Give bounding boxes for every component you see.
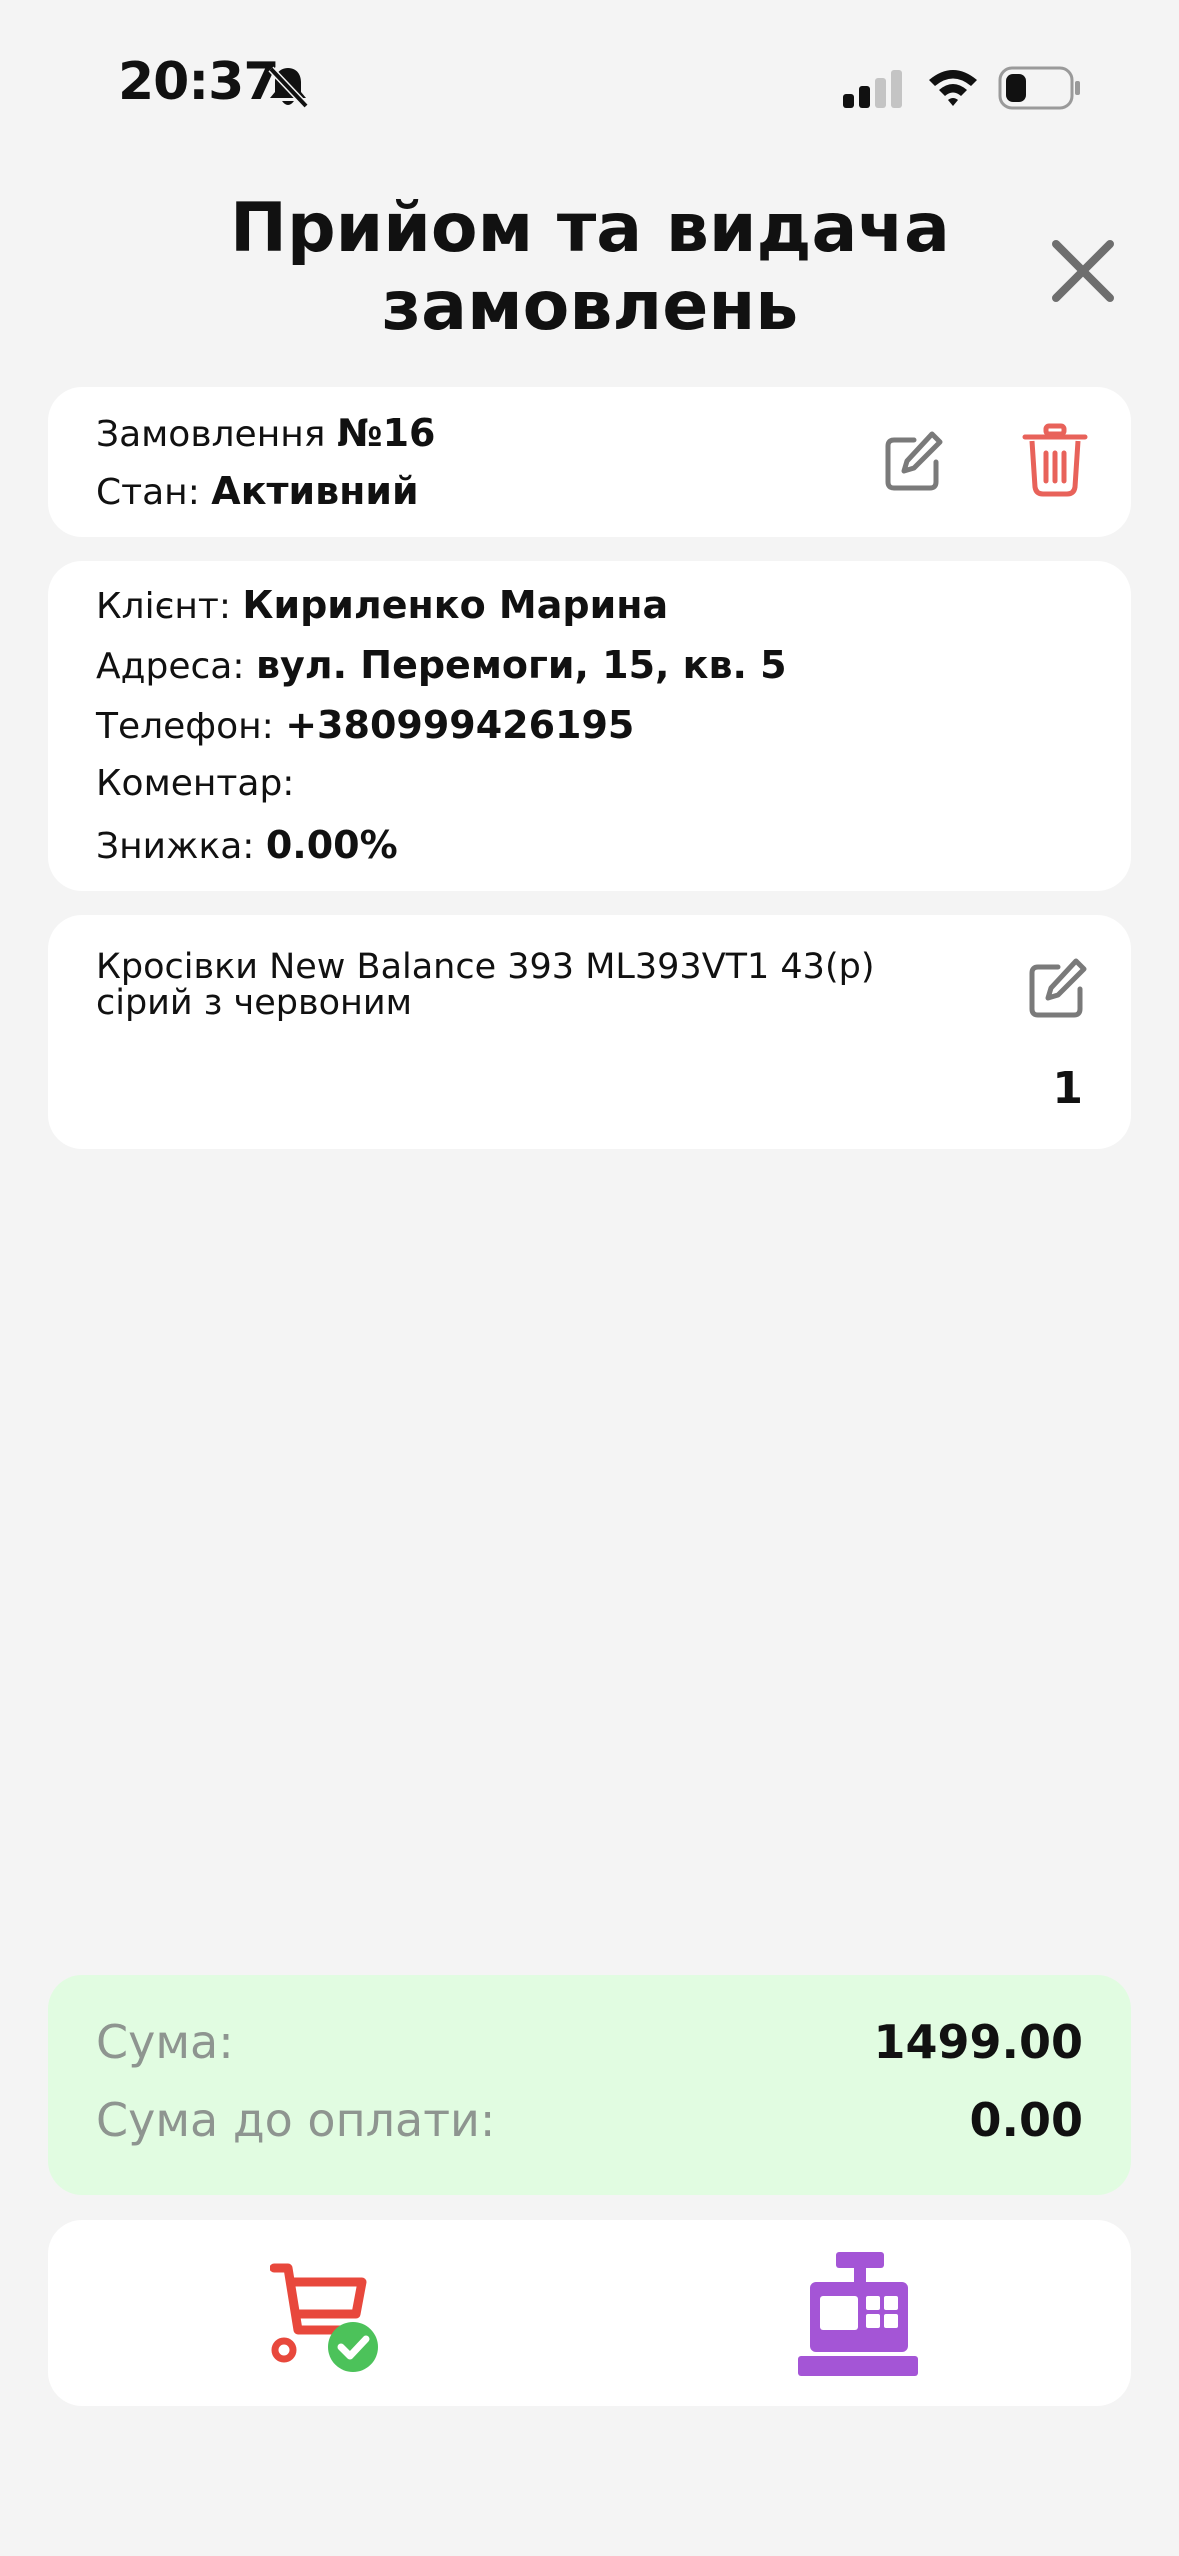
list-item[interactable]: Кросівки New Balance 393 ML393VT1 43(р) … bbox=[48, 915, 1131, 1149]
bell-slash-icon bbox=[266, 64, 310, 114]
client-phone-label: Телефон: bbox=[96, 706, 286, 747]
sum-value: 1499.00 bbox=[873, 2015, 1083, 2069]
client-comment-label: Коментар: bbox=[96, 763, 295, 804]
page-title: Прийом та видача замовлень bbox=[230, 189, 950, 346]
actions-bar bbox=[48, 2220, 1131, 2406]
cash-register-icon[interactable] bbox=[796, 2252, 920, 2380]
order-number-line: Замовлення №16 bbox=[96, 411, 435, 455]
state-label: Стан: bbox=[96, 472, 212, 513]
sum-label: Сума: bbox=[96, 2015, 234, 2069]
client-phone-line: Телефон: +380999426195 bbox=[96, 703, 634, 747]
client-name-line: Клієнт: Кириленко Марина bbox=[96, 583, 668, 627]
order-label: Замовлення bbox=[96, 414, 337, 455]
client-discount-value: 0.00% bbox=[265, 823, 398, 867]
client-comment-line: Коментар: bbox=[96, 763, 294, 804]
client-address-line: Адреса: вул. Перемоги, 15, кв. 5 bbox=[96, 643, 787, 687]
client-discount-line: Знижка: 0.00% bbox=[96, 823, 398, 867]
trash-icon[interactable] bbox=[1022, 423, 1088, 501]
totals-card: Сума: 1499.00 Сума до оплати: 0.00 bbox=[48, 1975, 1131, 2195]
status-time: 20:37 bbox=[118, 52, 280, 112]
edit-order-icon[interactable] bbox=[884, 430, 944, 496]
order-state-line: Стан: Активний bbox=[96, 469, 419, 513]
client-name-value: Кириленко Марина bbox=[242, 583, 669, 627]
due-label: Сума до оплати: bbox=[96, 2093, 496, 2147]
close-icon[interactable] bbox=[1048, 236, 1118, 310]
order-number: №16 bbox=[336, 411, 436, 455]
client-address-label: Адреса: bbox=[96, 646, 256, 687]
client-card: Клієнт: Кириленко Марина Адреса: вул. Пе… bbox=[48, 561, 1131, 891]
order-card: Замовлення №16 Стан: Активний bbox=[48, 387, 1131, 537]
client-address-value: вул. Перемоги, 15, кв. 5 bbox=[255, 643, 787, 687]
client-phone-value: +380999426195 bbox=[285, 703, 635, 747]
wifi-icon bbox=[926, 66, 980, 112]
item-name: Кросівки New Balance 393 ML393VT1 43(р) … bbox=[96, 947, 875, 1023]
edit-item-icon[interactable] bbox=[1028, 957, 1088, 1023]
state-value: Активний bbox=[211, 469, 419, 513]
client-name-label: Клієнт: bbox=[96, 586, 243, 627]
item-quantity: 1 bbox=[1052, 1063, 1083, 1114]
signal-icon bbox=[843, 68, 907, 114]
due-value: 0.00 bbox=[969, 2093, 1084, 2147]
cart-check-icon[interactable] bbox=[269, 2260, 390, 2376]
battery-icon bbox=[998, 66, 1082, 114]
status-bar: 20:37 bbox=[0, 0, 1179, 150]
client-discount-label: Знижка: bbox=[96, 826, 266, 867]
